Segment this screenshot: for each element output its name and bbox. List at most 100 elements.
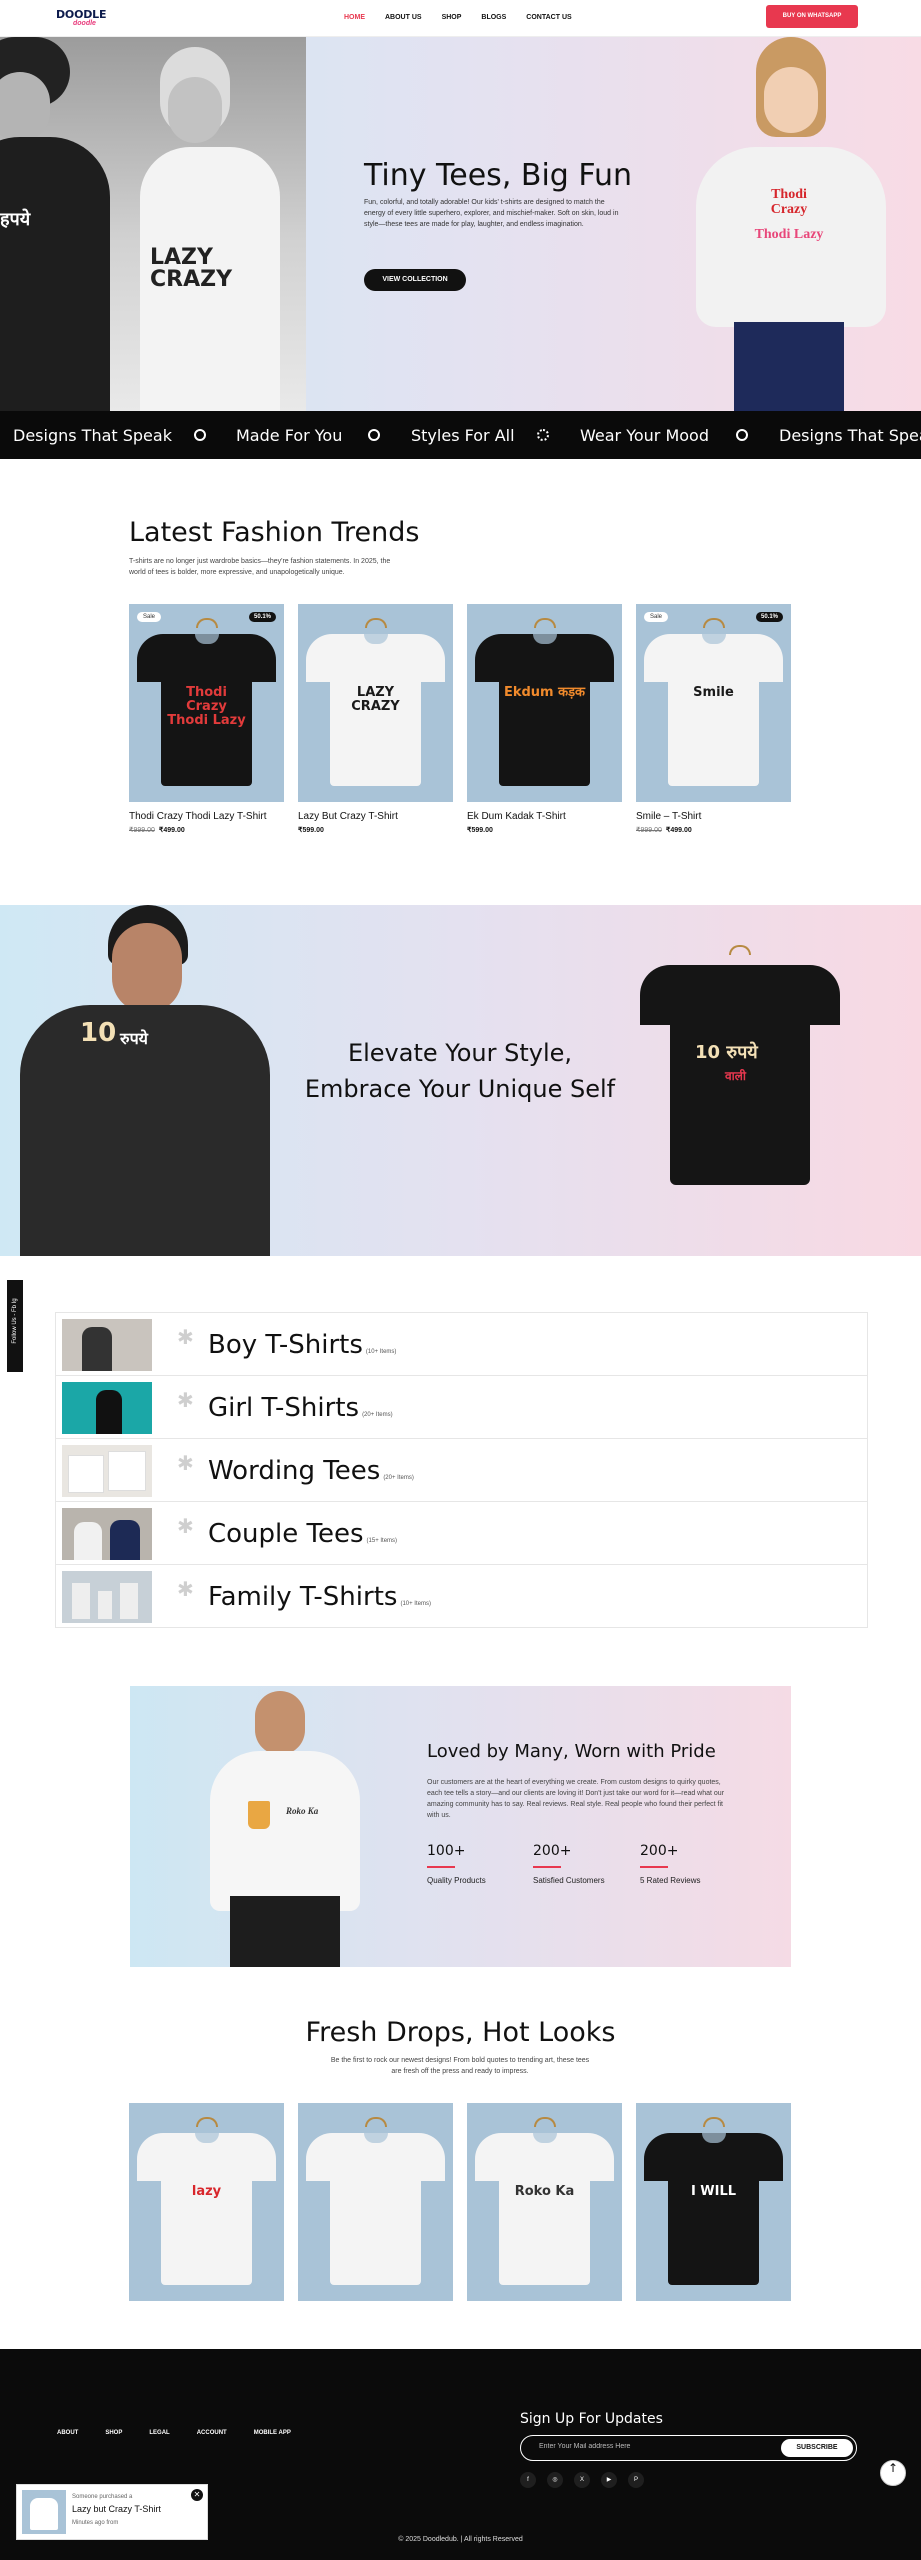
sparkle-icon: ✱ xyxy=(177,1388,194,1412)
product-price: ₹599.00 xyxy=(467,826,622,834)
product-price: ₹599.00 xyxy=(298,826,453,834)
youtube-icon[interactable]: ▶ xyxy=(601,2472,617,2488)
kid-shirt-print-top: Thodi Crazy xyxy=(770,187,808,217)
instagram-icon[interactable]: ◎ xyxy=(547,2472,563,2488)
footer-link-legal[interactable]: LEGAL xyxy=(149,2430,169,2436)
category-row-girl[interactable]: ✱ Girl T-Shirts (20+ Items) xyxy=(56,1376,867,1439)
main-nav: HOME ABOUT US SHOP BLOGS CONTACT US xyxy=(344,14,592,21)
back-to-top-button[interactable]: ↑ xyxy=(880,2460,906,2486)
footer-link-about[interactable]: ABOUT xyxy=(57,2430,78,2436)
stat-label: Quality Products xyxy=(427,1876,486,1885)
view-collection-button[interactable]: VIEW COLLECTION xyxy=(364,269,466,291)
elevate-banner: 10 रुपये Elevate Your Style, Embrace You… xyxy=(0,905,921,1256)
fresh-product-card[interactable]: Roko Ka xyxy=(467,2103,622,2301)
loved-title: Loved by Many, Worn with Pride xyxy=(427,1741,716,1762)
category-name: Wording Tees (20+ Items) xyxy=(208,1456,414,1486)
category-row-family[interactable]: ✱ Family T-Shirts (10+ Items) xyxy=(56,1565,867,1628)
category-label: Couple Tees xyxy=(208,1519,364,1549)
signup-title: Sign Up For Updates xyxy=(520,2411,663,2427)
x-twitter-icon[interactable]: X xyxy=(574,2472,590,2488)
nav-home[interactable]: HOME xyxy=(344,14,365,21)
footer-link-shop[interactable]: SHOP xyxy=(105,2430,122,2436)
product-card[interactable]: LAZY CRAZY Lazy But Crazy T-Shirt ₹599.00 xyxy=(298,604,453,834)
facebook-icon[interactable]: f xyxy=(520,2472,536,2488)
footer-link-mobile-app[interactable]: MOBILE APP xyxy=(254,2430,291,2436)
category-thumbnail xyxy=(62,1571,152,1623)
dots-icon xyxy=(537,429,549,441)
category-name: Couple Tees (15+ Items) xyxy=(208,1519,397,1549)
category-thumbnail xyxy=(62,1445,152,1497)
fresh-product-card[interactable]: I WILL xyxy=(636,2103,791,2301)
sale-badge: Sale xyxy=(137,612,162,622)
sale-badge: Sale xyxy=(644,612,669,622)
swirl-icon xyxy=(368,429,380,441)
product-image[interactable]: Smile Sale 50.1% xyxy=(636,604,791,802)
close-icon[interactable]: ✕ xyxy=(191,2489,203,2501)
nav-blogs[interactable]: BLOGS xyxy=(481,14,506,21)
nav-about-us[interactable]: ABOUT US xyxy=(385,14,422,21)
loved-man-photo: Roko Ka xyxy=(200,1686,370,1967)
category-thumbnail xyxy=(62,1508,152,1560)
category-count: (10+ Items) xyxy=(365,1349,397,1355)
hero-banner: हपये LAZY CRAZY Tiny Tees, Big Fun Fun, … xyxy=(0,37,921,411)
elevate-line-2: Embrace Your Unique Self xyxy=(304,1075,616,1103)
category-count: (20+ Items) xyxy=(362,1412,393,1418)
product-image[interactable]: Ekdum कड़क xyxy=(467,604,622,802)
category-count: (10+ Items) xyxy=(400,1601,431,1607)
popup-line-3: Minutes ago from xyxy=(72,2520,119,2526)
stat-rated-reviews: 200+ 5 Rated Reviews xyxy=(640,1843,700,1885)
shirt-print: I WILL xyxy=(690,2184,737,2199)
trends-title: Latest Fashion Trends xyxy=(129,517,420,548)
product-card[interactable]: Ekdum कड़क Ek Dum Kadak T-Shirt ₹599.00 xyxy=(467,604,622,834)
category-thumbnail xyxy=(62,1319,152,1371)
product-card[interactable]: Smile Sale 50.1% Smile – T-Shirt ₹999.00 ₹499… xyxy=(636,604,791,834)
product-name[interactable]: Smile – T-Shirt xyxy=(636,811,791,822)
marquee-strip: Designs That Speak Made For You Styles F… xyxy=(0,411,921,459)
sparkle-icon: ✱ xyxy=(177,1514,194,1538)
marquee-item: Designs That Spea xyxy=(779,426,921,445)
footer-links: ABOUT SHOP LEGAL ACCOUNT MOBILE APP xyxy=(57,2430,318,2436)
follow-us-label: Follow Us - Fb Ig xyxy=(12,1298,18,1344)
category-name: Girl T-Shirts (20+ Items) xyxy=(208,1393,393,1423)
category-row-couple[interactable]: ✱ Couple Tees (15+ Items) xyxy=(56,1502,867,1565)
fresh-drops-title: Fresh Drops, Hot Looks xyxy=(305,2017,616,2048)
category-row-wording[interactable]: ✱ Wording Tees (20+ Items) xyxy=(56,1439,867,1502)
category-row-boy[interactable]: ✱ Boy T-Shirts (10+ Items) xyxy=(56,1313,867,1376)
site-logo[interactable]: DOODLE doodle xyxy=(56,8,110,30)
category-count: (20+ Items) xyxy=(383,1475,414,1481)
product-name[interactable]: Lazy But Crazy T-Shirt xyxy=(298,811,453,822)
pinterest-icon[interactable]: P xyxy=(628,2472,644,2488)
product-image[interactable]: LAZY CRAZY xyxy=(298,604,453,802)
product-image[interactable]: Thodi Crazy Thodi Lazy Sale 50.1% xyxy=(129,604,284,802)
follow-us-tab[interactable]: Follow Us - Fb Ig xyxy=(7,1280,23,1372)
marquee-item: Wear Your Mood xyxy=(580,426,709,445)
discount-badge: 50.1% xyxy=(755,612,783,622)
product-name[interactable]: Thodi Crazy Thodi Lazy T-Shirt xyxy=(129,811,284,822)
fresh-product-card[interactable]: lazy xyxy=(129,2103,284,2301)
shirt-print: Smile xyxy=(693,685,734,700)
loved-shirt-print: Roko Ka xyxy=(286,1806,319,1816)
footer-link-account[interactable]: ACCOUNT xyxy=(197,2430,227,2436)
sparkle-icon: ✱ xyxy=(177,1325,194,1349)
product-card[interactable]: Thodi Crazy Thodi Lazy Sale 50.1% Thodi Cra… xyxy=(129,604,284,834)
product-name[interactable]: Ek Dum Kadak T-Shirt xyxy=(467,811,622,822)
nav-shop[interactable]: SHOP xyxy=(442,14,462,21)
banner-shirt-print-bottom: वाली xyxy=(725,1069,747,1083)
shirt-print: lazy xyxy=(191,2184,222,2199)
current-price: ₹599.00 xyxy=(298,827,324,834)
kid-shirt-print-bottom: Thodi Lazy xyxy=(754,227,824,242)
stat-label: Satisfied Customers xyxy=(533,1876,605,1885)
popup-product-name[interactable]: Lazy but Crazy T-Shirt xyxy=(72,2504,161,2514)
shirt-print: Ekdum कड़क xyxy=(503,685,586,700)
email-input[interactable] xyxy=(539,2443,759,2450)
logo-script: doodle xyxy=(73,20,96,27)
current-price: ₹499.00 xyxy=(665,827,692,834)
subscribe-button[interactable]: SUBSCRIBE xyxy=(781,2439,853,2457)
stat-number: 100+ xyxy=(427,1843,466,1859)
buy-on-whatsapp-button[interactable]: BUY ON WHATSAPP xyxy=(766,5,858,28)
nav-contact-us[interactable]: CONTACT US xyxy=(526,14,571,21)
elevate-heading: Elevate Your Style, Embrace Your Unique … xyxy=(280,1035,640,1107)
fresh-product-card[interactable] xyxy=(298,2103,453,2301)
stat-quality-products: 100+ Quality Products xyxy=(427,1843,486,1885)
current-price: ₹599.00 xyxy=(467,827,493,834)
